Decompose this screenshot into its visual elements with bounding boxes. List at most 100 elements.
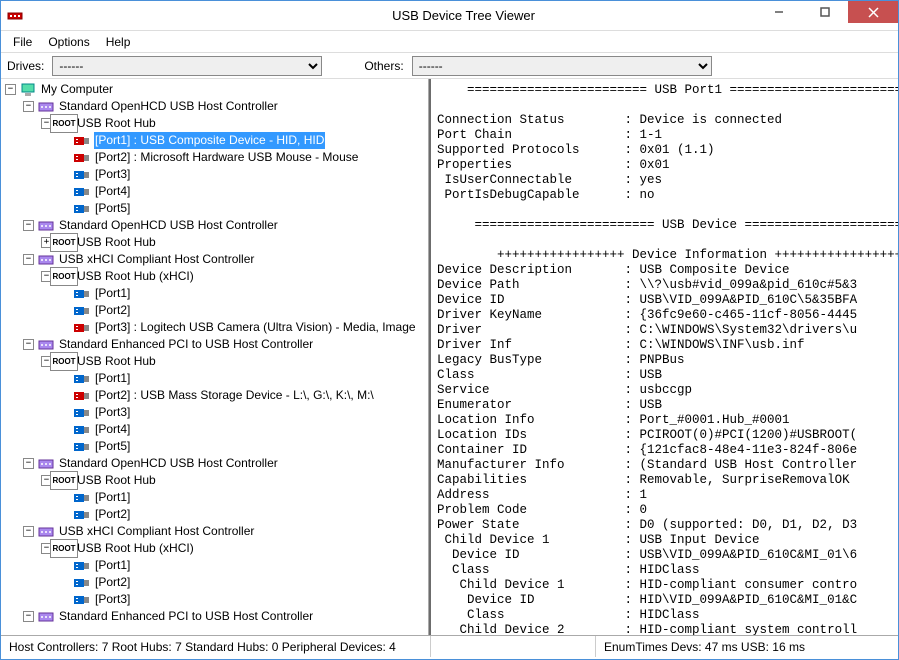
tree-row[interactable]: [Port5] [5, 200, 428, 217]
tree-row[interactable]: −USB xHCI Compliant Host Controller [5, 523, 428, 540]
tree-label: [Port5] [94, 200, 131, 217]
port-icon [74, 286, 90, 302]
no-expand [59, 390, 70, 401]
no-expand [59, 135, 70, 146]
collapse-icon[interactable]: − [23, 254, 34, 265]
collapse-icon[interactable]: − [23, 101, 34, 112]
tree-row[interactable]: [Port5] [5, 438, 428, 455]
device-tree: −My Computer−Standard OpenHCD USB Host C… [5, 81, 428, 625]
tree-label: [Port2] : Microsoft Hardware USB Mouse -… [94, 149, 359, 166]
menu-file[interactable]: File [5, 33, 40, 51]
main-area: −My Computer−Standard OpenHCD USB Host C… [1, 79, 898, 635]
no-expand [59, 560, 70, 571]
no-expand [59, 305, 70, 316]
no-expand [59, 203, 70, 214]
tree-label: USB Root Hub [76, 115, 157, 132]
tree-row[interactable]: − Standard OpenHCD USB Host Controller [5, 98, 428, 115]
port-icon [74, 558, 90, 574]
collapse-icon[interactable]: − [23, 339, 34, 350]
port-icon [74, 167, 90, 183]
tree-row[interactable]: [Port3] : Logitech USB Camera (Ultra Vis… [5, 319, 428, 336]
tree-row[interactable]: [Port4] [5, 183, 428, 200]
tree-row[interactable]: [Port1] [5, 285, 428, 302]
tree-label: Standard OpenHCD USB Host Controller [58, 98, 279, 115]
host-icon [38, 456, 54, 472]
drives-select[interactable]: ------ [52, 56, 322, 76]
others-select[interactable]: ------ [412, 56, 712, 76]
detail-panel[interactable]: ======================== USB Port1 =====… [429, 79, 898, 635]
collapse-icon[interactable]: − [23, 611, 34, 622]
tree-row[interactable]: −ROOTUSB Root Hub [5, 472, 428, 489]
host-icon [38, 218, 54, 234]
window-controls [756, 1, 898, 30]
port-icon [74, 303, 90, 319]
tree-label: USB Root Hub [76, 353, 157, 370]
tree-row[interactable]: [Port1] [5, 489, 428, 506]
tree-row[interactable]: −USB xHCI Compliant Host Controller [5, 251, 428, 268]
tree-row[interactable]: [Port2] [5, 574, 428, 591]
tree-label: [Port1] [94, 489, 131, 506]
close-icon [868, 7, 879, 18]
tree-label: [Port1] : USB Composite Device - HID, HI… [94, 132, 325, 149]
tree-row[interactable]: −Standard OpenHCD USB Host Controller [5, 455, 428, 472]
no-expand [59, 373, 70, 384]
no-expand [59, 441, 70, 452]
no-expand [59, 288, 70, 299]
port-icon [74, 507, 90, 523]
minimize-button[interactable] [756, 1, 802, 23]
tree-row[interactable]: [Port3] [5, 591, 428, 608]
tree-panel[interactable]: −My Computer−Standard OpenHCD USB Host C… [1, 79, 429, 635]
menu-options[interactable]: Options [40, 33, 97, 51]
tree-row[interactable]: −ROOTUSB Root Hub [5, 353, 428, 370]
tree-row[interactable]: [Port2] [5, 506, 428, 523]
tree-row[interactable]: [Port3] [5, 404, 428, 421]
tree-row[interactable]: −My Computer [5, 81, 428, 98]
menu-help[interactable]: Help [98, 33, 139, 51]
port-icon [74, 490, 90, 506]
tree-row[interactable]: [Port2] : USB Mass Storage Device - L:\,… [5, 387, 428, 404]
tree-row[interactable]: −ROOTUSB Root Hub (xHCI) [5, 268, 428, 285]
collapse-icon[interactable]: − [23, 220, 34, 231]
roothub-icon: ROOT [56, 354, 72, 370]
tree-row[interactable]: [Port1] [5, 370, 428, 387]
dev-icon [74, 150, 90, 166]
dev-icon [74, 320, 90, 336]
tree-row[interactable]: [Port1] [5, 557, 428, 574]
tree-label: [Port4] [94, 183, 131, 200]
tree-row[interactable]: −Standard OpenHCD USB Host Controller [5, 217, 428, 234]
tree-row[interactable]: −Standard Enhanced PCI to USB Host Contr… [5, 336, 428, 353]
roothub-icon: ROOT [56, 116, 72, 132]
tree-label: [Port2] : USB Mass Storage Device - L:\,… [94, 387, 375, 404]
no-expand [59, 322, 70, 333]
tree-label: [Port3] : Logitech USB Camera (Ultra Vis… [94, 319, 417, 336]
tree-row[interactable]: [Port2] : Microsoft Hardware USB Mouse -… [5, 149, 428, 166]
collapse-icon[interactable]: − [5, 84, 16, 95]
tree-label: [Port5] [94, 438, 131, 455]
tree-row[interactable]: [Port3] [5, 166, 428, 183]
close-button[interactable] [848, 1, 898, 23]
maximize-icon [820, 7, 830, 17]
port-icon [74, 405, 90, 421]
no-expand [59, 509, 70, 520]
port-icon [74, 592, 90, 608]
titlebar: USB Device Tree Viewer [1, 1, 898, 31]
maximize-button[interactable] [802, 1, 848, 23]
tree-row[interactable]: −Standard Enhanced PCI to USB Host Contr… [5, 608, 428, 625]
tree-row[interactable]: [Port4] [5, 421, 428, 438]
tree-row[interactable]: −ROOTUSB Root Hub [5, 115, 428, 132]
no-expand [59, 407, 70, 418]
tree-row[interactable]: +ROOTUSB Root Hub [5, 234, 428, 251]
tree-row[interactable]: −ROOTUSB Root Hub (xHCI) [5, 540, 428, 557]
tree-label: [Port2] [94, 302, 131, 319]
collapse-icon[interactable]: − [23, 458, 34, 469]
tree-label: [Port3] [94, 591, 131, 608]
tree-row[interactable]: [Port2] [5, 302, 428, 319]
tree-label: USB Root Hub [76, 234, 157, 251]
host-icon [38, 524, 54, 540]
host-icon [38, 99, 54, 115]
tree-row[interactable]: [Port1] : USB Composite Device - HID, HI… [5, 132, 428, 149]
dev-icon [74, 133, 90, 149]
host-icon [38, 337, 54, 353]
others-label: Others: [364, 59, 403, 73]
collapse-icon[interactable]: − [23, 526, 34, 537]
